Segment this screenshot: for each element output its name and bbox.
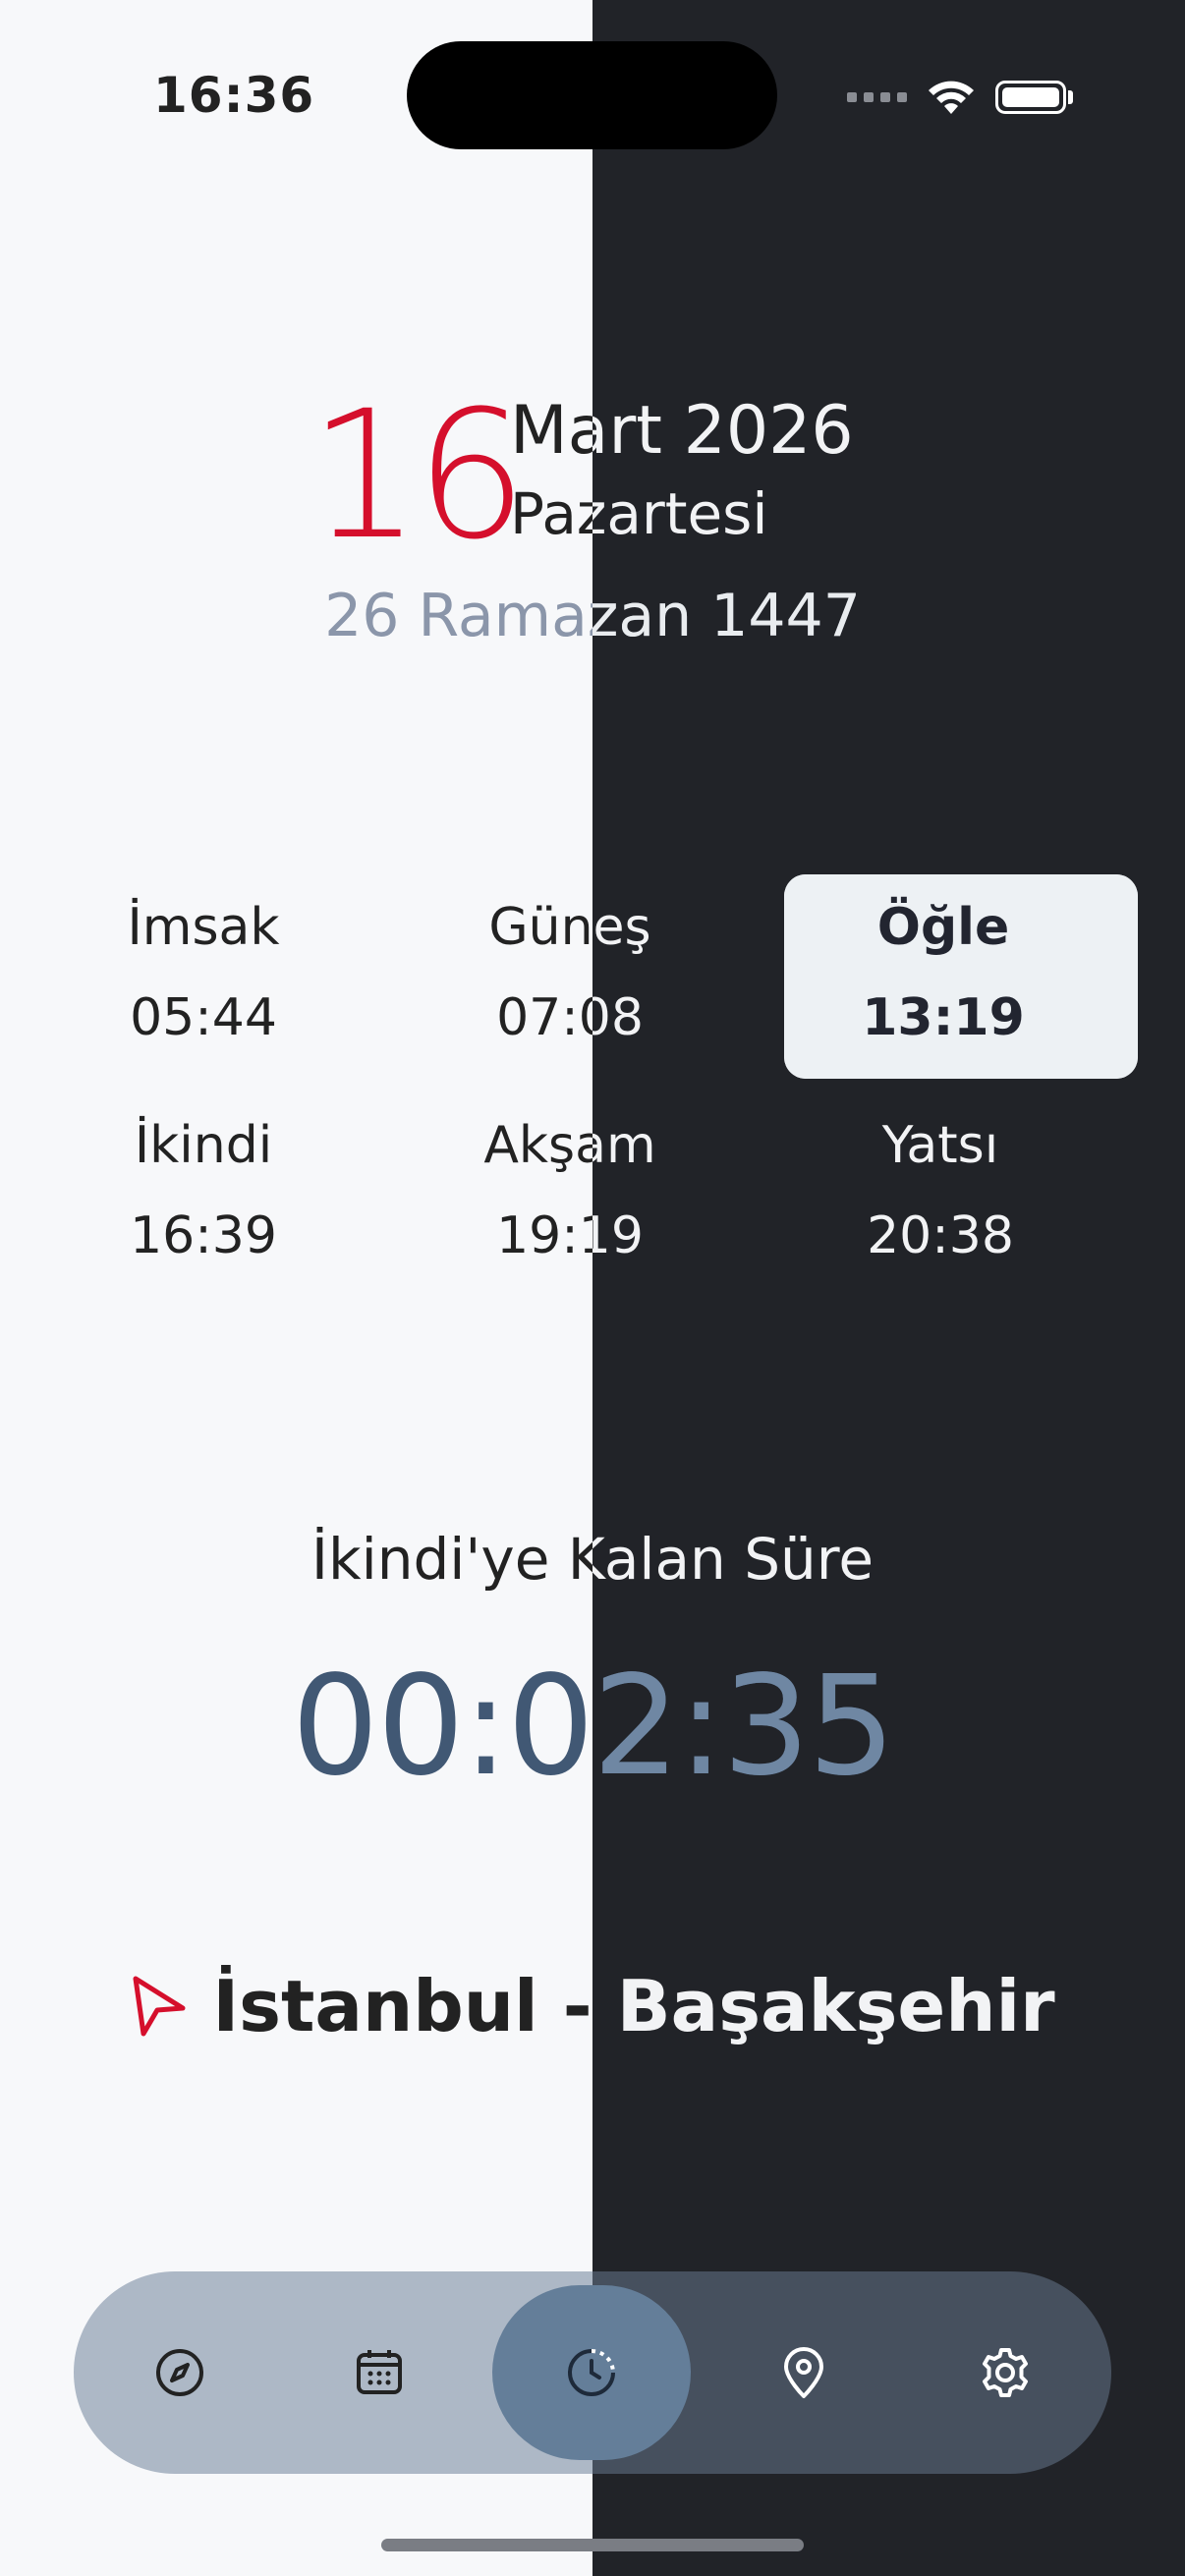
remaining-time-label: İkindi'ye Kalan Süre [310, 1526, 875, 1593]
dynamic-island [407, 41, 777, 149]
prayer-time: 07:08 [496, 988, 644, 1047]
month-year: Mart 2026 [510, 392, 854, 470]
prayer-yatsi[interactable]: Yatsı 20:38 [763, 1092, 1117, 1297]
tab-compass[interactable] [82, 2271, 278, 2474]
gear-icon [983, 2348, 1028, 2397]
prayer-time: 20:38 [867, 1206, 1014, 1265]
prayer-ogle-active[interactable]: Öğle 13:19 [766, 874, 1138, 1079]
tab-location[interactable] [705, 2271, 902, 2474]
hijri-date: 26 Ramazan 1447 [324, 582, 861, 650]
prayer-name: Yatsı [881, 1116, 999, 1175]
battery-icon [995, 81, 1073, 114]
tab-clock[interactable] [493, 2271, 690, 2474]
weekday: Pazartesi [510, 480, 768, 547]
gregorian-day: 16 [309, 373, 528, 579]
tab-settings[interactable] [907, 2271, 1103, 2474]
prayer-name: İkindi [134, 1116, 273, 1175]
status-icons [847, 73, 1073, 122]
wifi-icon [929, 81, 974, 114]
prayer-name: Güneş [488, 898, 651, 957]
prayer-ikindi[interactable]: İkindi 16:39 [27, 1092, 380, 1297]
tab-calendar[interactable] [281, 2271, 478, 2474]
home-indicator [381, 2539, 804, 2551]
prayer-time: 19:19 [496, 1206, 644, 1265]
prayer-time: 13:19 [862, 988, 1025, 1047]
prayer-aksam[interactable]: Akşam 19:19 [393, 1092, 747, 1297]
clock-icon [568, 2349, 615, 2396]
calendar-icon [357, 2350, 402, 2394]
prayer-gunes[interactable]: Güneş 07:08 [393, 874, 747, 1079]
location-name: İstanbul - Başakşehir [212, 1965, 1055, 2047]
prayer-name: Öğle [876, 898, 1010, 957]
bottom-tab-bar [74, 2271, 1111, 2474]
prayer-name: Akşam [483, 1116, 656, 1175]
countdown-timer: 00:02:35 [291, 1647, 896, 1807]
prayer-time: 16:39 [130, 1206, 277, 1265]
signal-icon [847, 92, 907, 102]
prayer-time: 05:44 [130, 988, 277, 1047]
status-time: 16:36 [153, 67, 315, 124]
location-arrow-icon [133, 1976, 186, 2037]
prayer-name: İmsak [127, 898, 280, 957]
compass-icon [156, 2349, 203, 2396]
prayer-imsak[interactable]: İmsak 05:44 [27, 874, 380, 1079]
map-pin-icon [784, 2347, 823, 2398]
location-row[interactable]: İstanbul - Başakşehir [0, 1971, 1185, 2042]
